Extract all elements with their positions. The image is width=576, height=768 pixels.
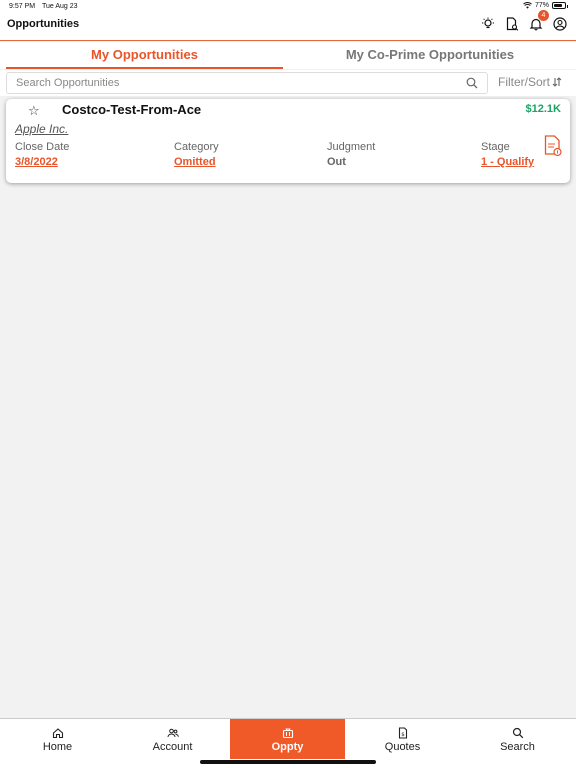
nav-home[interactable]: Home [0, 719, 115, 759]
nav-quotes[interactable]: $ Quotes [345, 719, 460, 759]
filter-sort-button[interactable]: Filter/Sort [498, 75, 562, 89]
battery-icon [552, 2, 568, 9]
page-title: Opportunities [7, 18, 80, 30]
app-header: Opportunities 4 [0, 10, 576, 41]
wifi-icon [523, 2, 532, 9]
profile-icon[interactable] [552, 16, 568, 32]
stage-value[interactable]: 1 - Qualify [481, 156, 534, 168]
filter-sort-label: Filter/Sort [498, 75, 551, 89]
category-value[interactable]: Omitted [174, 156, 216, 168]
close-date-label: Close Date [15, 141, 70, 153]
svg-text:$: $ [401, 732, 405, 738]
nav-account-label: Account [152, 741, 193, 753]
header-actions: 4 [480, 10, 568, 32]
sort-icon [552, 77, 562, 87]
category-label: Category [174, 141, 219, 153]
status-time: 9:57 PM [9, 3, 36, 10]
search-input[interactable] [6, 72, 488, 94]
users-icon [167, 728, 179, 738]
briefcase-icon [282, 728, 293, 739]
account-link[interactable]: Apple Inc. [15, 122, 68, 136]
search-row: Filter/Sort [0, 70, 576, 96]
lightbulb-icon[interactable] [480, 16, 496, 32]
nav-search[interactable]: Search [460, 719, 575, 759]
opportunity-amount: $12.1K [525, 103, 561, 115]
close-date-value[interactable]: 3/8/2022 [15, 156, 58, 168]
star-icon[interactable]: ☆ [28, 103, 40, 119]
tab-my-opportunities[interactable]: My Opportunities [6, 42, 283, 69]
document-search-icon[interactable] [504, 16, 520, 32]
judgment-value: Out [327, 156, 346, 168]
status-date: Tue Aug 23 [42, 3, 78, 10]
nav-search-label: Search [500, 741, 535, 753]
notification-badge: 4 [538, 10, 549, 21]
quote-document-icon: $ [398, 727, 407, 739]
home-indicator [200, 760, 376, 764]
bell-icon[interactable]: 4 [528, 10, 549, 32]
judgment-label: Judgment [327, 141, 376, 153]
nav-oppty-label: Oppty [271, 741, 304, 753]
home-icon [52, 728, 63, 739]
nav-home-label: Home [42, 741, 73, 753]
opportunity-card[interactable]: ☆ Costco-Test-From-Ace $12.1K Apple Inc.… [6, 99, 570, 183]
search-icon[interactable] [466, 77, 478, 89]
status-bar: 9:57 PM Tue Aug 23 77% [0, 0, 576, 14]
nav-account[interactable]: Account [115, 719, 230, 759]
nav-oppty[interactable]: Oppty [230, 719, 345, 759]
stage-label: Stage [481, 141, 510, 153]
opportunity-name[interactable]: Costco-Test-From-Ace [62, 102, 201, 117]
quote-document-icon[interactable] [544, 135, 562, 157]
status-right: 77% [523, 2, 568, 9]
search-icon [512, 727, 523, 739]
battery-percent: 77% [534, 2, 549, 9]
opportunity-tabs: My Opportunities My Co-Prime Opportuniti… [0, 42, 576, 69]
tab-my-co-prime-opportunities[interactable]: My Co-Prime Opportunities [290, 42, 570, 69]
nav-quotes-label: Quotes [384, 741, 421, 753]
